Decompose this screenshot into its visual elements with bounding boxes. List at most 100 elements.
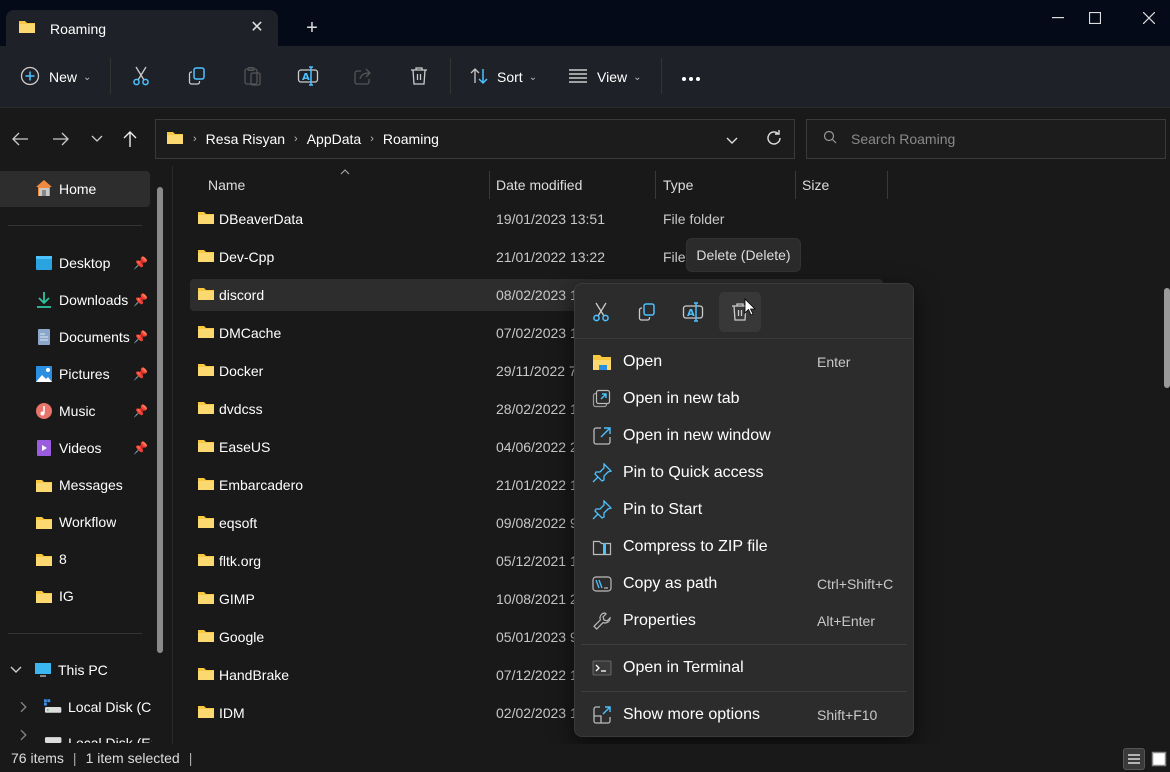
more-options-button[interactable]: [681, 62, 701, 92]
title-bar: Roaming ✕ +: [0, 0, 1170, 47]
address-history-button[interactable]: [726, 132, 738, 148]
folder-icon: [36, 553, 52, 566]
breadcrumb-resa-risyan[interactable]: Resa Risyan: [206, 131, 285, 147]
new-button[interactable]: New ⌄: [20, 62, 91, 92]
delete-tooltip: Delete (Delete): [686, 238, 801, 272]
refresh-icon: [767, 130, 781, 145]
sidebar-item-8[interactable]: 8: [35, 544, 153, 574]
menu-item-open-new-window[interactable]: Open in new window: [581, 418, 907, 454]
column-header-date[interactable]: Date modified: [496, 172, 582, 198]
sidebar-item-downloads[interactable]: Downloads 📌: [35, 285, 153, 315]
sidebar-item-local-disk-e[interactable]: Local Disk (E:: [20, 729, 152, 743]
menu-item-show-more-options[interactable]: Show more options Shift+F10: [581, 697, 907, 733]
paste-button[interactable]: [243, 62, 263, 92]
folder-icon: [197, 514, 215, 532]
sidebar-item-desktop[interactable]: Desktop 📌: [35, 248, 153, 278]
item-count: 76 items: [11, 750, 64, 766]
details-view-button[interactable]: [1123, 748, 1145, 770]
column-header-type[interactable]: Type: [663, 172, 693, 198]
new-tab-icon: [591, 388, 613, 410]
pane-divider[interactable]: [172, 166, 173, 744]
sidebar-item-this-pc[interactable]: This PC: [10, 655, 155, 685]
tab-roaming[interactable]: Roaming ✕: [6, 10, 278, 47]
menu-item-properties[interactable]: Properties Alt+Enter: [581, 603, 907, 639]
close-tab-icon[interactable]: ✕: [248, 19, 266, 37]
chevron-right-icon: ›: [294, 133, 298, 145]
copy-button[interactable]: [187, 62, 207, 92]
refresh-button[interactable]: [765, 129, 783, 150]
file-name: eqsoft: [219, 515, 258, 531]
chevron-right-icon[interactable]: [20, 701, 28, 713]
svg-text:A: A: [302, 72, 310, 83]
file-name: Docker: [219, 363, 264, 379]
menu-item-compress-zip[interactable]: Compress to ZIP file: [581, 529, 907, 565]
column-separator[interactable]: [887, 171, 888, 199]
mouse-cursor-icon: [744, 298, 756, 321]
column-header-size[interactable]: Size: [802, 172, 829, 198]
context-menu: A Open Enter Open in new tab Open in new…: [574, 283, 914, 737]
chevron-down-icon[interactable]: [10, 666, 22, 674]
file-name: DMCache: [219, 325, 282, 341]
menu-item-open[interactable]: Open Enter: [581, 344, 907, 380]
column-header-name[interactable]: Name: [208, 172, 245, 198]
recent-locations-button[interactable]: [85, 127, 109, 151]
sidebar-item-home[interactable]: Home: [0, 171, 150, 207]
copy-icon: [638, 303, 655, 321]
delete-button[interactable]: [409, 62, 429, 92]
new-tab-button[interactable]: +: [302, 18, 322, 38]
context-rename-button[interactable]: A: [672, 292, 714, 332]
tiles-view-button[interactable]: [1148, 748, 1170, 770]
breadcrumb-appdata[interactable]: AppData: [307, 131, 361, 147]
sidebar-item-documents[interactable]: Documents 📌: [35, 322, 153, 352]
menu-item-copy-as-path[interactable]: Copy as path Ctrl+Shift+C: [581, 566, 907, 602]
search-input[interactable]: [851, 131, 1151, 147]
sidebar-divider: [8, 633, 142, 634]
folder-icon: [18, 18, 36, 39]
selection-count: 1 item selected: [85, 750, 180, 766]
sidebar-item-music[interactable]: Music 📌: [35, 396, 153, 426]
share-button[interactable]: [353, 62, 373, 92]
menu-item-pin-start[interactable]: Pin to Start: [581, 492, 907, 528]
sidebar-item-local-disk-c[interactable]: Local Disk (C:: [20, 692, 152, 722]
toolbar-divider: [110, 58, 111, 94]
search-box[interactable]: [806, 119, 1166, 159]
up-button[interactable]: [118, 127, 142, 151]
context-copy-button[interactable]: [626, 292, 668, 332]
sidebar-item-pictures[interactable]: Pictures 📌: [35, 359, 153, 389]
view-list-icon: [568, 68, 588, 87]
back-button[interactable]: [8, 127, 32, 151]
sort-button[interactable]: Sort ⌄: [469, 62, 537, 92]
details-view-icon: [1128, 754, 1140, 764]
minimize-button[interactable]: [1040, 6, 1076, 30]
address-bar[interactable]: › Resa Risyan › AppData › Roaming: [155, 119, 795, 159]
sidebar-item-workflow[interactable]: Workflow: [35, 507, 153, 537]
menu-item-pin-quick-access[interactable]: Pin to Quick access: [581, 455, 907, 491]
breadcrumb-roaming[interactable]: Roaming: [383, 131, 439, 147]
file-date: 07/12/2022 1: [496, 667, 578, 683]
column-separator[interactable]: [795, 171, 796, 199]
context-cut-button[interactable]: [580, 292, 622, 332]
file-list-scrollbar[interactable]: [1164, 288, 1170, 388]
folder-icon: [197, 438, 215, 456]
folder-icon: [197, 590, 215, 608]
sidebar-scrollbar[interactable]: [157, 187, 163, 653]
file-row[interactable]: DBeaverData 19/01/2023 13:51 File folder: [190, 203, 883, 235]
sidebar-item-messages[interactable]: Messages: [35, 470, 153, 500]
view-button[interactable]: View ⌄: [568, 62, 641, 92]
close-window-button[interactable]: [1131, 6, 1167, 30]
forward-button[interactable]: [49, 127, 73, 151]
toolbar-divider: [661, 58, 662, 94]
chevron-right-icon[interactable]: [20, 729, 28, 741]
column-separator[interactable]: [655, 171, 656, 199]
maximize-button[interactable]: [1077, 6, 1113, 30]
cut-button[interactable]: [131, 62, 151, 92]
rename-button[interactable]: A: [297, 62, 319, 92]
column-separator[interactable]: [489, 171, 490, 199]
menu-item-open-terminal[interactable]: Open in Terminal: [581, 650, 907, 686]
copy-path-icon: [591, 573, 613, 595]
sidebar-item-ig[interactable]: IG: [35, 581, 153, 611]
menu-item-open-new-tab[interactable]: Open in new tab: [581, 381, 907, 417]
sidebar-item-videos[interactable]: Videos 📌: [35, 433, 153, 463]
folder-icon: [197, 666, 215, 684]
pin-icon: 📌: [133, 330, 148, 344]
